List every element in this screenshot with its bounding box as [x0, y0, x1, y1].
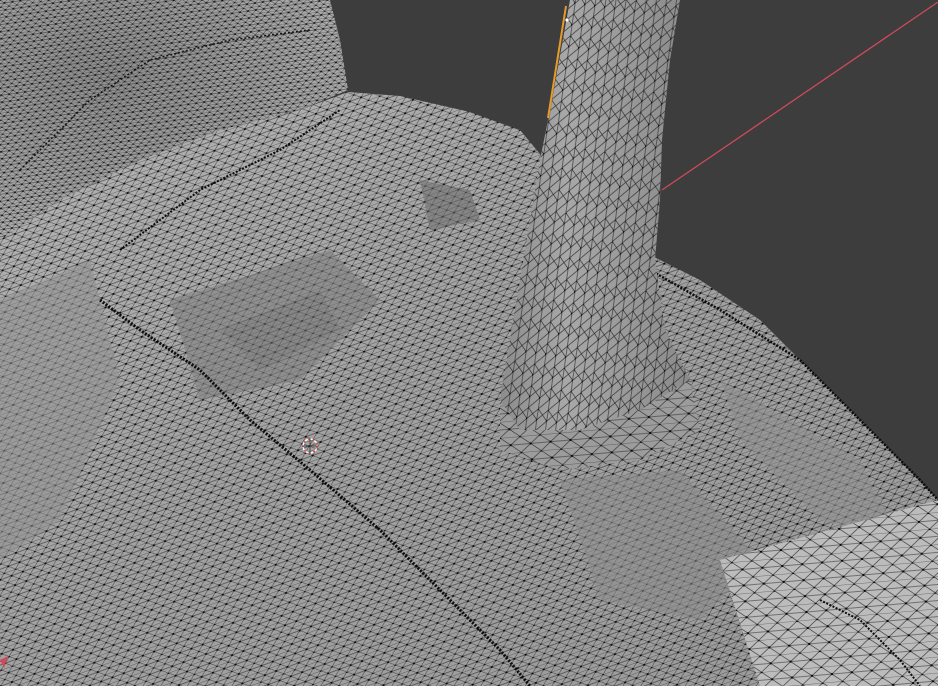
viewport-canvas[interactable] [0, 0, 938, 686]
3d-viewport[interactable] [0, 0, 938, 686]
selected-vertex[interactable] [565, 18, 569, 22]
